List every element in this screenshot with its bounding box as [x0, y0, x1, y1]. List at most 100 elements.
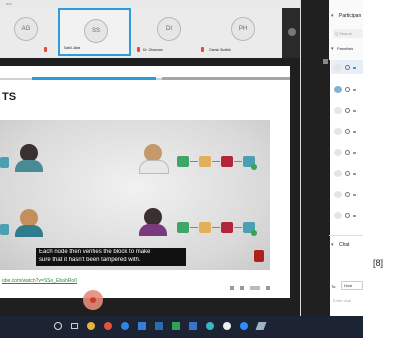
- chain-link: [234, 227, 242, 228]
- video-tile-ag[interactable]: AG lai: [0, 8, 63, 56]
- top-bar: ere: [0, 0, 300, 8]
- progress-segment: [162, 77, 290, 80]
- status-dot: [353, 173, 356, 175]
- top-bar-label: ere: [6, 1, 12, 6]
- video-link[interactable]: obe.com/watch?v=SSo_EbahRo0: [2, 278, 77, 284]
- taskbar: [0, 316, 363, 338]
- block-cube-icon: [199, 156, 211, 167]
- recipient-value: Host: [344, 283, 353, 288]
- shared-screen: TS Each node then verifies the block to …: [0, 66, 290, 298]
- page-dot: [230, 286, 234, 290]
- start-icon[interactable]: [54, 322, 62, 330]
- avatar: AG: [14, 17, 38, 41]
- slide-title: TS: [2, 91, 17, 103]
- recipient-select[interactable]: Host: [341, 281, 363, 290]
- avatar: [334, 212, 342, 219]
- collapse-icon[interactable]: ▾: [331, 46, 334, 52]
- block-cube-icon: [177, 222, 189, 233]
- participant-row[interactable]: [331, 208, 363, 222]
- avatar: DI: [157, 17, 181, 41]
- chain-link: [212, 161, 220, 162]
- mic-icon: [345, 65, 350, 70]
- outlook-icon[interactable]: [155, 322, 163, 330]
- chevron-right-icon: [288, 28, 296, 36]
- status-dot: [353, 89, 356, 91]
- tile-name: Dr. Ghanvan: [143, 48, 163, 52]
- avatar: SS: [84, 19, 108, 43]
- chain-link: [190, 227, 198, 228]
- firefox-icon[interactable]: [104, 322, 112, 330]
- check-icon: [251, 230, 257, 236]
- caption-line: Each node then verifies the block to mak…: [39, 249, 151, 255]
- status-dot: [353, 152, 356, 154]
- mic-muted-icon: [137, 47, 140, 52]
- sheets-icon[interactable]: [172, 322, 180, 330]
- status-dot: [353, 67, 356, 69]
- participant-row[interactable]: [331, 124, 363, 138]
- to-label: To:: [331, 284, 337, 289]
- explorer-icon[interactable]: [138, 322, 146, 330]
- person-body: [15, 160, 43, 172]
- chat-divider: [329, 235, 363, 236]
- mic-icon: [345, 108, 350, 113]
- app-icon[interactable]: [189, 322, 197, 330]
- avatar: [334, 107, 342, 114]
- person-body: [139, 224, 167, 236]
- edge-icon[interactable]: [121, 322, 129, 330]
- chrome-icon[interactable]: [87, 322, 95, 330]
- page-dot: [240, 286, 244, 290]
- participant-row[interactable]: [331, 103, 363, 117]
- chat-input-placeholder: Enter chat: [333, 298, 352, 303]
- avatar: [334, 86, 342, 93]
- chain-link: [212, 227, 220, 228]
- video-frame: Each node then verifies the block to mak…: [0, 120, 270, 270]
- tile-name: Sahil Jaba: [64, 46, 81, 50]
- status-dot: [353, 215, 356, 217]
- video-tile-di[interactable]: DI Dr. Ghanvan: [133, 8, 206, 56]
- footnote-marker: [8]: [373, 258, 384, 268]
- record-button[interactable]: [83, 290, 103, 310]
- panelists-section: Panelists: [337, 46, 354, 51]
- mic-icon: [345, 192, 350, 197]
- record-icon: [90, 297, 96, 303]
- zoom-icon[interactable]: [240, 322, 248, 330]
- collapse-icon[interactable]: ▾: [331, 13, 334, 19]
- video-tile-ss[interactable]: SS Sahil Jaba: [58, 8, 131, 56]
- mic-icon: [345, 129, 350, 134]
- status-dot: [353, 110, 356, 112]
- chain-link: [190, 161, 198, 162]
- scroll-arrow-icon[interactable]: [323, 59, 328, 64]
- avatar: [334, 64, 342, 71]
- participant-row[interactable]: [331, 145, 363, 159]
- feather-icon[interactable]: [255, 322, 267, 330]
- block-cube-icon: [221, 156, 233, 167]
- chat-input[interactable]: Enter chat: [331, 296, 363, 306]
- avatar: [334, 128, 342, 135]
- video-tile-ph[interactable]: PH Gamic Sudhik: [201, 8, 280, 56]
- caption-line: sure that it hasn't been tampered with.: [39, 257, 141, 263]
- participant-row[interactable]: [331, 166, 363, 180]
- status-dot: [353, 194, 356, 196]
- participant-row[interactable]: [331, 187, 363, 201]
- avatar: [334, 191, 342, 198]
- collapse-icon[interactable]: ▾: [331, 242, 334, 248]
- panel-dark-edge: [301, 0, 330, 316]
- person-body: [139, 160, 169, 174]
- search-placeholder: Q Search: [335, 31, 352, 36]
- search-field[interactable]: Q Search: [333, 29, 363, 38]
- participant-row[interactable]: [331, 82, 363, 96]
- search-icon[interactable]: [71, 323, 78, 329]
- block-cube-icon: [0, 224, 9, 235]
- progress-segment-active: [32, 77, 156, 80]
- participants-title: Participan: [339, 13, 362, 19]
- status-dot: [353, 131, 356, 133]
- app-icon[interactable]: [206, 322, 214, 330]
- person-body: [15, 225, 43, 237]
- participant-row[interactable]: [331, 60, 363, 74]
- mic-icon: [345, 87, 350, 92]
- mic-icon: [345, 213, 350, 218]
- next-page-button[interactable]: [282, 8, 300, 58]
- mic-muted-icon: [201, 47, 204, 52]
- chain-link: [234, 161, 242, 162]
- app-icon[interactable]: [223, 322, 231, 330]
